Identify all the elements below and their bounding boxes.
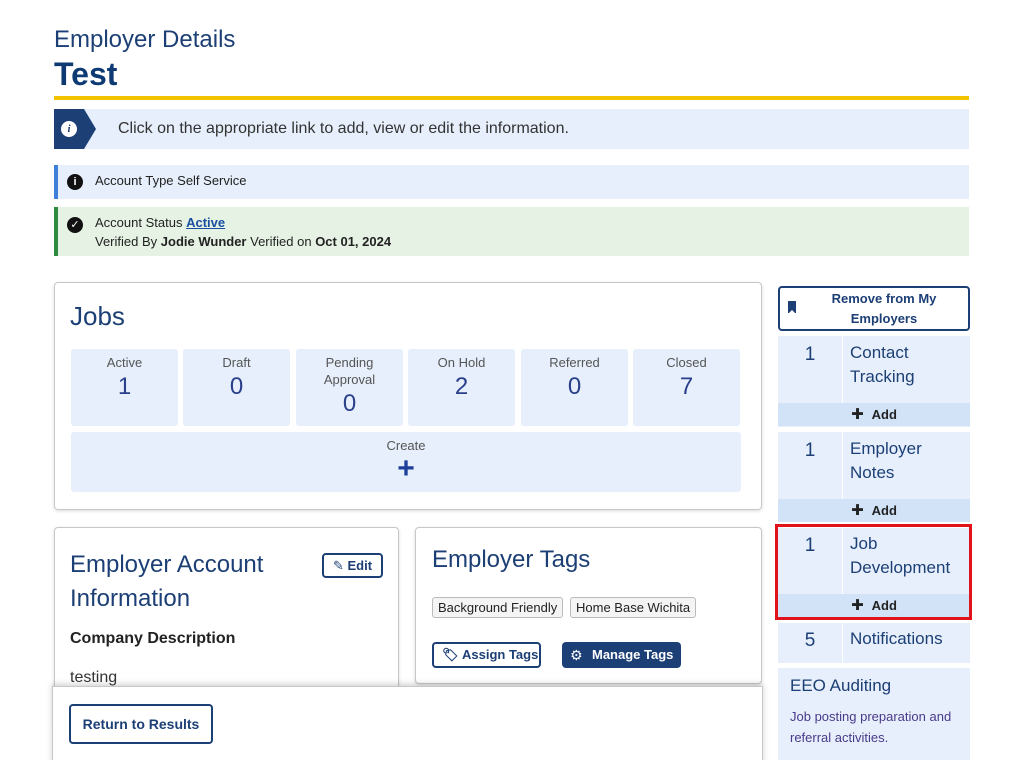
add-contact-tracking-button[interactable]: ✚ Add [778, 403, 970, 426]
sidebar-divider [842, 623, 843, 663]
jobs-stat-pending-approval[interactable]: Pending Approval 0 [296, 349, 403, 426]
eeo-auditing-link[interactable]: EEO Auditing [790, 676, 891, 696]
jobs-card: Jobs Active 1 Draft 0 Pending Approval 0… [54, 282, 762, 510]
account-status-line: Account Status Active [95, 215, 225, 230]
remove-button-label: Remove from My Employers [831, 291, 937, 326]
jobs-stat-referred[interactable]: Referred 0 [521, 349, 628, 426]
assign-tags-label: Assign Tags [462, 647, 539, 662]
employer-details-page: Employer Details Test i Click on the app… [0, 0, 1034, 760]
info-banner-text: Click on the appropriate link to add, vi… [118, 120, 569, 137]
edit-button-label: Edit [347, 558, 373, 573]
create-job-label: Create [386, 438, 426, 453]
highlight-box [775, 524, 972, 620]
jobs-stat-label: Draft [222, 355, 251, 370]
tags-title: Employer Tags [432, 546, 591, 573]
tag-chip: Home Base Wichita [570, 597, 697, 618]
jobs-stat-label: Referred [549, 355, 600, 370]
sidebar-item-count: 1 [804, 344, 816, 365]
verified-line: Verified By Jodie Wunder Verified on Oct… [95, 234, 391, 249]
jobs-stat-value: 0 [229, 373, 244, 400]
jobs-title: Jobs [70, 301, 125, 331]
page-subtitle: Employer Details [54, 26, 236, 53]
account-type-alert: i Account Type Self Service [54, 165, 969, 199]
jobs-stat-label: Active [106, 355, 143, 370]
add-label: Add [871, 503, 897, 518]
create-job-button[interactable]: Create + [71, 432, 741, 492]
info-banner: i Click on the appropriate link to add, … [54, 109, 969, 149]
jobs-stat-value: 1 [117, 373, 132, 400]
verified-by-label: Verified By [95, 234, 158, 249]
sidebar-item-count: 5 [804, 630, 816, 651]
jobs-stat-closed[interactable]: Closed 7 [633, 349, 740, 426]
tag-chip: Background Friendly [432, 597, 564, 618]
manage-tags-label: Manage Tags [592, 647, 674, 662]
sidebar-item-employer-notes: 1 Employer Notes ✚ Add [778, 432, 970, 522]
jobs-stat-on-hold[interactable]: On Hold 2 [408, 349, 515, 426]
info-icon: i [61, 121, 77, 137]
account-status-link[interactable]: Active [186, 215, 225, 230]
sidebar-item-count: 1 [804, 440, 816, 461]
employer-tags-card: Employer Tags Background Friendly Home B… [415, 527, 762, 684]
bookmark-icon [788, 301, 796, 314]
sidebar-item-link[interactable]: Contact Tracking [850, 341, 965, 389]
eeo-auditing-description: Job posting preparation and referral act… [790, 709, 952, 745]
jobs-stat-label: Pending Approval [323, 355, 376, 387]
jobs-stat-value: 0 [567, 373, 582, 400]
sticky-footer: Return to Results [52, 686, 763, 760]
jobs-stat-value: 2 [454, 373, 469, 400]
info-banner-arrow [84, 109, 96, 149]
eeo-auditing-panel: EEO Auditing Job posting preparation and… [778, 668, 970, 760]
plus-icon: ✚ [851, 406, 864, 423]
sidebar-divider [842, 432, 843, 499]
sidebar-divider [842, 336, 843, 403]
jobs-stat-label: On Hold [437, 355, 486, 370]
sidebar-item-link[interactable]: Notifications [850, 627, 965, 651]
edit-button[interactable]: ✎ Edit [322, 553, 383, 578]
account-status-label: Account Status [95, 215, 183, 230]
account-type-text: Account Type Self Service [95, 173, 247, 188]
gear-icon: ⚙ [570, 647, 583, 663]
tag-icon: 🏷 [442, 647, 459, 662]
jobs-stat-draft[interactable]: Draft 0 [183, 349, 290, 426]
verified-on-label: Verified on [250, 234, 312, 249]
verified-on-date: Oct 01, 2024 [315, 234, 392, 249]
title-divider [54, 96, 969, 100]
jobs-stat-label: Closed [666, 355, 707, 370]
sidebar-item-link[interactable]: Employer Notes [850, 437, 965, 485]
manage-tags-button[interactable]: ⚙ Manage Tags [562, 642, 681, 668]
jobs-stat-value: 0 [342, 390, 357, 417]
info-banner-tab: i [54, 109, 84, 149]
jobs-stat-active[interactable]: Active 1 [71, 349, 178, 426]
verified-by-name: Jodie Wunder [160, 234, 247, 249]
info-circle-icon: i [67, 174, 83, 190]
plus-icon: ✚ [851, 502, 864, 519]
sidebar-item-notifications: 5 Notifications [778, 623, 970, 663]
add-label: Add [871, 407, 897, 422]
account-status-alert: ✓ Account Status Active Verified By Jodi… [54, 207, 969, 256]
pencil-icon: ✎ [332, 558, 344, 573]
remove-from-my-employers-button[interactable]: Remove from My Employers [778, 286, 970, 331]
add-employer-notes-button[interactable]: ✚ Add [778, 499, 970, 522]
company-description-value: testing [70, 669, 118, 686]
page-title: Test [54, 56, 118, 92]
plus-icon: + [397, 452, 415, 485]
jobs-stat-value: 7 [679, 373, 694, 400]
check-circle-icon: ✓ [67, 217, 83, 233]
account-info-title: Employer Account Information [70, 551, 264, 612]
sidebar-item-contact-tracking: 1 Contact Tracking ✚ Add [778, 336, 970, 427]
return-to-results-button[interactable]: Return to Results [69, 704, 213, 744]
company-description-label: Company Description [70, 630, 236, 647]
assign-tags-button[interactable]: 🏷 Assign Tags [432, 642, 541, 668]
